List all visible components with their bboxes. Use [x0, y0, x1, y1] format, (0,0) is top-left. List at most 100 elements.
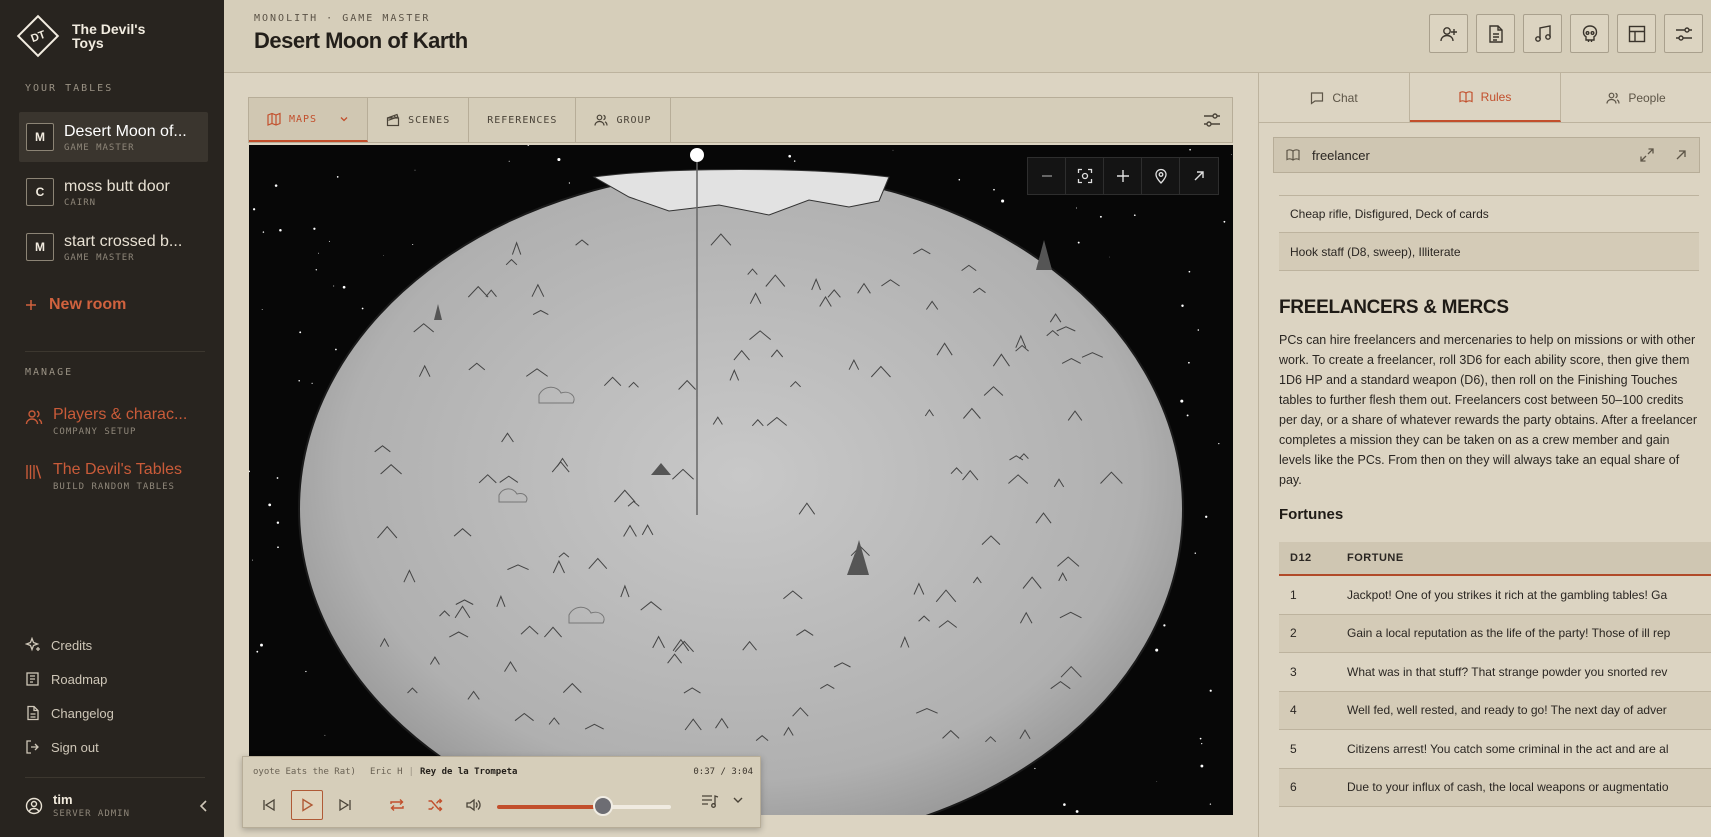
roadmap-link[interactable]: Roadmap: [25, 671, 107, 687]
add-player-button[interactable]: [1429, 14, 1468, 53]
sign-out-link[interactable]: Sign out: [25, 739, 99, 755]
map-star: [958, 178, 961, 181]
library-icon: [25, 463, 43, 481]
map-canvas[interactable]: [249, 145, 1233, 815]
map-star: [892, 149, 894, 151]
map-star: [1077, 241, 1080, 244]
room-role: CAIRN: [64, 197, 97, 208]
table-cell: 4: [1290, 703, 1297, 718]
map-icon: [267, 112, 281, 126]
tab-group[interactable]: GROUP: [576, 98, 671, 142]
subsection-heading: Fortunes: [1279, 506, 1344, 523]
main-panel: MAPS SCENES REFERENCES GROUP oyote Eats …: [224, 73, 1258, 837]
table-row: 2 Gain a local reputation as the life of …: [1279, 614, 1711, 653]
map-star: [252, 208, 256, 211]
tab-people[interactable]: People: [1561, 73, 1711, 122]
progress-knob[interactable]: [593, 796, 614, 816]
open-external-button[interactable]: [1180, 158, 1218, 194]
tab-rules[interactable]: Rules: [1410, 73, 1561, 122]
tab-references[interactable]: REFERENCES: [469, 98, 577, 142]
sparkles-icon: [25, 637, 41, 653]
rules-search-input[interactable]: freelancer: [1273, 137, 1700, 173]
map-star: [1218, 443, 1220, 445]
zoom-out-button[interactable]: [1028, 158, 1066, 194]
pin-button[interactable]: [1142, 158, 1180, 194]
collapse-player-button[interactable]: [731, 793, 745, 807]
zoom-in-button[interactable]: [1104, 158, 1142, 194]
music-icon: [1533, 24, 1553, 44]
section-paragraph: PCs can hire freelancers and mercenaries…: [1279, 333, 1698, 487]
table-row: 1 Jackpot! One of you strikes it rich at …: [1279, 576, 1711, 615]
map-star: [252, 559, 254, 561]
room-item[interactable]: M start crossed b... GAME MASTER: [19, 222, 208, 272]
map-star: [261, 308, 263, 310]
shuffle-button[interactable]: [419, 790, 451, 820]
table-cell: What was in that stuff? That strange pow…: [1347, 664, 1668, 679]
repeat-button[interactable]: [381, 790, 413, 820]
map-star: [1209, 689, 1212, 692]
previous-button[interactable]: [253, 790, 285, 820]
music-button[interactable]: [1523, 14, 1562, 53]
header-toolbar: [1429, 14, 1703, 53]
rules-content: Cheap rifle, Disfigured, Deck of cards H…: [1279, 195, 1711, 807]
tab-scenes[interactable]: SCENES: [368, 98, 470, 142]
next-button[interactable]: [329, 790, 361, 820]
map-star: [1034, 767, 1036, 770]
queue-button[interactable]: [701, 793, 719, 809]
volume-button[interactable]: [457, 790, 489, 820]
minus-icon: [1040, 169, 1054, 183]
search-value: freelancer: [1312, 147, 1370, 163]
settings-button[interactable]: [1664, 14, 1703, 53]
room-item[interactable]: C moss butt door CAIRN: [19, 167, 208, 217]
credits-link[interactable]: Credits: [25, 637, 92, 653]
fortunes-table: D12 FORTUNE 1 Jackpot! One of you strikes…: [1279, 542, 1711, 807]
roadmap-label: Roadmap: [51, 671, 108, 687]
changelog-label: Changelog: [51, 705, 114, 721]
tab-chat[interactable]: Chat: [1259, 73, 1410, 122]
manage-tables-link[interactable]: The Devil's Tables BUILD RANDOM TABLES: [25, 461, 203, 492]
map-star: [1231, 154, 1232, 155]
page-title: Desert Moon of Karth: [254, 28, 468, 53]
layout-button[interactable]: [1617, 14, 1656, 53]
map-star: [993, 188, 995, 191]
map-star: [336, 176, 339, 178]
arrow-up-right-icon[interactable]: [1673, 147, 1689, 163]
room-item[interactable]: M Desert Moon of... GAME MASTER: [19, 112, 208, 162]
manage-players-link[interactable]: Players & charac... COMPANY SETUP: [25, 406, 203, 437]
map-settings-icon[interactable]: [1202, 110, 1222, 130]
roadmap-icon: [25, 671, 41, 687]
new-room-button[interactable]: New room: [25, 296, 126, 314]
collapse-sidebar-icon[interactable]: [198, 799, 210, 813]
monsters-button[interactable]: [1570, 14, 1609, 53]
chevron-down-icon[interactable]: [339, 114, 349, 124]
table-cell: 6: [1290, 780, 1297, 795]
progress-bar[interactable]: [497, 796, 671, 816]
table-row: 6 Due to your influx of cash, the local w…: [1279, 768, 1711, 807]
table-header: D12 FORTUNE: [1279, 542, 1711, 576]
play-button[interactable]: [291, 790, 323, 820]
table-cell: 2: [1290, 626, 1297, 641]
track-separator: |: [408, 767, 414, 777]
manage-sub: BUILD RANDOM TABLES: [53, 482, 175, 492]
track-artist: Eric H: [370, 767, 403, 777]
header: MONOLITH · GAME MASTER Desert Moon of Ka…: [224, 0, 1711, 73]
notes-button[interactable]: [1476, 14, 1515, 53]
fit-view-button[interactable]: [1066, 158, 1104, 194]
map-star: [256, 650, 259, 653]
repeat-icon: [389, 797, 405, 813]
plus-icon: [25, 299, 37, 311]
map-star: [268, 503, 272, 507]
brand-logo[interactable]: DT The Devil's Toys: [14, 12, 162, 60]
expand-icon[interactable]: [1639, 147, 1655, 163]
changelog-link[interactable]: Changelog: [25, 705, 114, 721]
map-star: [1063, 803, 1066, 806]
room-name: start crossed b...: [64, 232, 183, 250]
map-star: [1201, 743, 1203, 745]
tab-maps[interactable]: MAPS: [249, 98, 369, 142]
map-star: [1099, 215, 1102, 218]
track-time: 0:37 / 3:04: [693, 767, 753, 777]
map-star: [1223, 220, 1226, 223]
user-profile[interactable]: tim SERVER ADMIN: [25, 792, 210, 819]
map-star: [788, 154, 792, 158]
table-cell: Citizens arrest! You catch some criminal…: [1347, 741, 1669, 756]
